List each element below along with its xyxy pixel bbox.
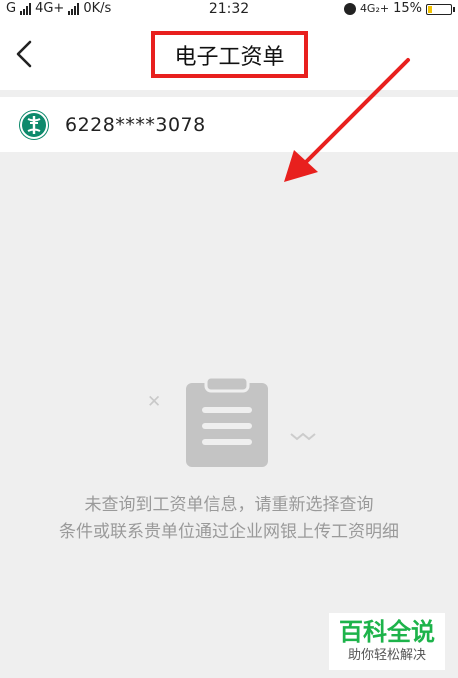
decor-wave-icon	[290, 432, 316, 441]
clipboard-icon	[186, 377, 268, 467]
empty-message-line-1: 未查询到工资单信息，请重新选择查询	[84, 495, 374, 515]
network-label-right: 4G₂+	[359, 2, 390, 15]
chevron-left-icon	[16, 40, 32, 68]
header: 电子工资单	[0, 18, 458, 90]
page-title-highlight: 电子工资单	[151, 31, 308, 78]
battery-icon	[426, 3, 455, 15]
decor-x-icon: ✕	[147, 392, 162, 412]
status-right: 4G₂+ 15%	[343, 0, 455, 18]
back-button[interactable]	[12, 38, 40, 70]
bank-logo-icon	[19, 109, 49, 140]
status-bar: G 4G+ 0K/s 21:32 4G₂+ 15%	[0, 0, 458, 18]
page-title: 电子工资单	[174, 44, 285, 70]
bank-card-row[interactable]: 6228****3078	[0, 97, 458, 152]
watermark-title: 百科全说	[339, 618, 435, 646]
watermark: 百科全说 助你轻松解决	[329, 613, 445, 670]
watermark-subtitle: 助你轻松解决	[347, 648, 426, 663]
empty-state-message: 未查询到工资单信息，请重新选择查询 条件或联系贵单位通过企业网银上传工资明细	[0, 492, 458, 546]
alarm-icon	[343, 3, 356, 15]
battery-percent: 15%	[393, 1, 422, 16]
card-number: 6228****3078	[65, 113, 206, 136]
empty-message-line-2: 条件或联系贵单位通过企业网银上传工资明细	[59, 522, 399, 542]
